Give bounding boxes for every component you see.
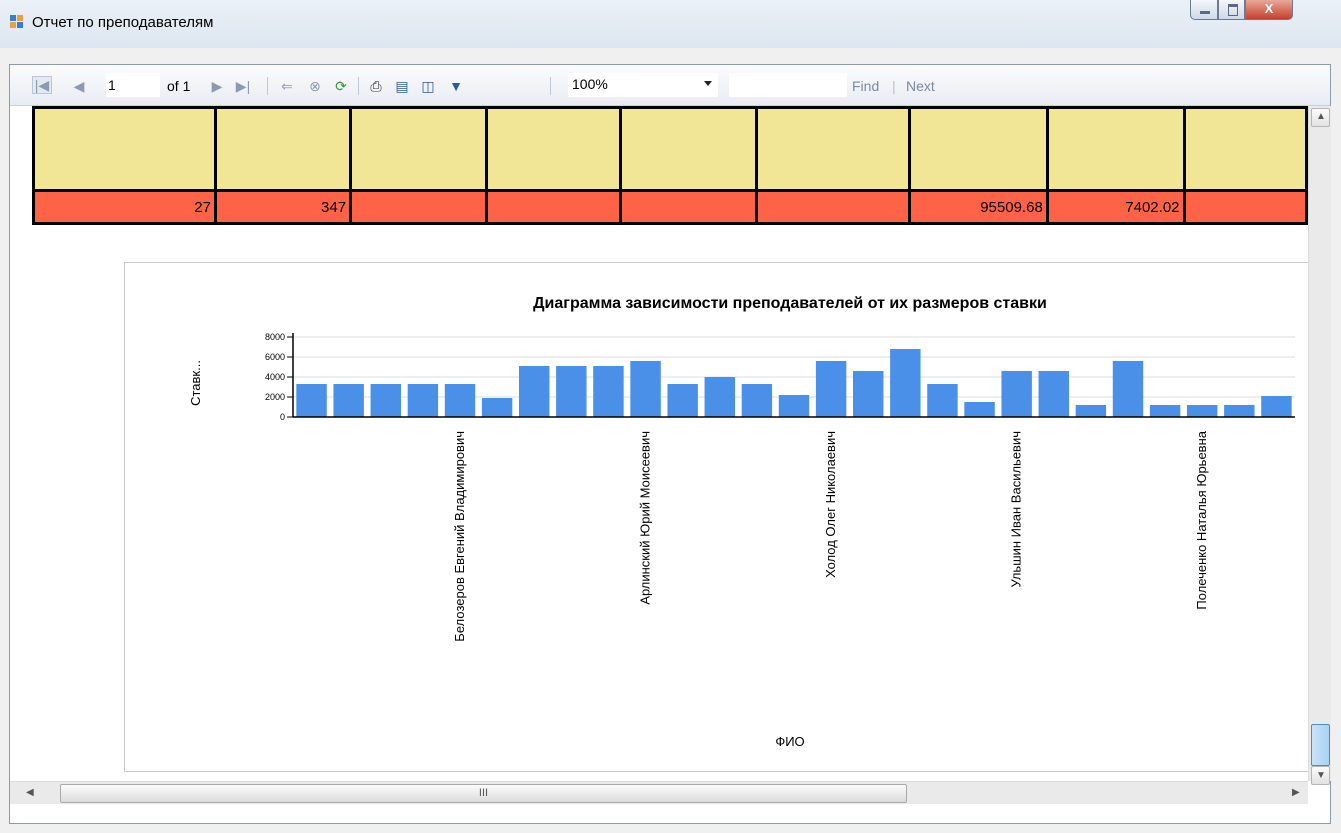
table-cell [484,189,623,225]
bar [1187,405,1218,417]
table-cell: 27 [32,189,217,225]
last-page-icon[interactable]: ▶| [234,78,252,94]
close-button[interactable]: X [1245,0,1293,20]
next-page-icon[interactable]: ▶ [210,78,224,94]
bar [370,384,401,417]
table-cell: 95509.68 [907,189,1049,225]
stop-icon[interactable]: ⊗ [306,78,324,94]
find-link[interactable]: Find [852,78,879,94]
bar [778,395,810,417]
bar [964,402,995,417]
chart-panel: Диаграмма зависимости преподавателей от … [124,262,1308,772]
y-tick-label: 8000 [265,332,285,342]
bar [741,384,773,417]
export-icon[interactable]: ▼ [446,78,466,94]
report-viewer: |◀ ◀ 1 of 1 ▶ ▶| ⇐ ⊗ ⟳ ⎙ ▤ ◫ ▼ 100% Find… [9,64,1331,824]
horizontal-scroll-thumb[interactable]: III [60,784,907,803]
vertical-scroll-thumb[interactable] [1311,724,1330,766]
x-tick-label: Арлинский Юрий Моисеевич [638,431,653,605]
page-number-input[interactable]: 1 [106,73,160,97]
bar [296,384,327,417]
bar [1001,371,1032,417]
x-tick-label: Белозеров Евгений Владимирович [452,431,467,642]
table-cell [349,189,488,225]
window-title: Отчет по преподавателям [32,14,214,31]
bar [1224,405,1255,417]
app-icon [10,15,24,29]
x-tick-label: Холод Олег Николаевич [823,431,838,578]
back-icon[interactable]: ⇐ [278,78,296,94]
bar [519,366,550,417]
first-page-icon[interactable]: |◀ [32,76,52,94]
scroll-up-button[interactable]: ▲ [1311,108,1330,127]
print-icon[interactable]: ⎙ [366,78,386,94]
y-tick-label: 6000 [265,352,285,362]
bar [1075,405,1107,417]
bar [593,366,624,417]
chevron-down-icon [704,81,712,86]
bar [407,384,439,417]
report-toolbar: |◀ ◀ 1 of 1 ▶ ▶| ⇐ ⊗ ⟳ ⎙ ▤ ◫ ▼ 100% Find… [10,65,1330,106]
bar [815,361,847,417]
zoom-value: 100% [572,76,608,92]
next-link[interactable]: Next [906,78,935,94]
bar [704,377,735,417]
bar [1038,371,1069,417]
bar [444,384,476,417]
bar [481,398,513,417]
x-tick-label: Ульшин Иван Васильевич [1009,431,1024,588]
find-input[interactable] [729,73,847,97]
table-cell: 347 [213,189,353,225]
bar [853,371,884,417]
maximize-button[interactable] [1218,0,1245,20]
bar [1261,396,1292,417]
zoom-select[interactable]: 100% [568,73,718,97]
bar [630,361,661,417]
scroll-left-icon[interactable]: ◀ [26,787,34,798]
y-tick-label: 4000 [265,372,285,382]
bar-chart: Диаграмма зависимости преподавателей от … [188,295,1295,749]
page-count: of 1 [167,78,191,94]
bar [556,366,587,417]
bar [1112,361,1144,417]
bar [927,384,958,417]
minimize-button[interactable] [1190,0,1218,20]
vertical-scrollbar[interactable]: ▲ ▼ [1308,106,1331,785]
refresh-icon[interactable]: ⟳ [332,78,350,94]
table-cell: 7402.02 [1045,189,1186,225]
x-axis-label: ФИО [775,734,804,749]
totals-row: 27 347 95509.68 7402.02 [32,189,1308,225]
report-body: 27 347 95509.68 7402.02 Диаграмма зависи… [10,106,1308,781]
previous-page-icon[interactable]: ◀ [72,78,86,94]
y-tick-label: 0 [280,412,285,422]
y-tick-label: 2000 [265,392,285,402]
window-titlebar: Отчет по преподавателям X [0,0,1341,48]
y-axis-label: Ставк... [188,360,203,406]
table-cell [1182,189,1308,225]
horizontal-scrollbar[interactable]: ◀ III ▶ [10,781,1308,804]
report-table: 27 347 95509.68 7402.02 [32,106,1308,225]
bar [667,384,698,417]
scroll-right-icon[interactable]: ▶ [1292,787,1300,798]
bar [1149,405,1181,417]
page-setup-icon[interactable]: ◫ [418,78,438,94]
bar [333,384,364,417]
table-cell [619,189,759,225]
table-row [32,106,1308,192]
chart-title: Диаграмма зависимости преподавателей от … [533,295,1047,312]
scroll-down-button[interactable]: ▼ [1311,766,1330,785]
bar [890,349,921,417]
print-layout-icon[interactable]: ▤ [392,78,412,94]
table-cell [755,189,911,225]
x-tick-label: Полеченко Наталья Юрьевна [1194,430,1209,609]
